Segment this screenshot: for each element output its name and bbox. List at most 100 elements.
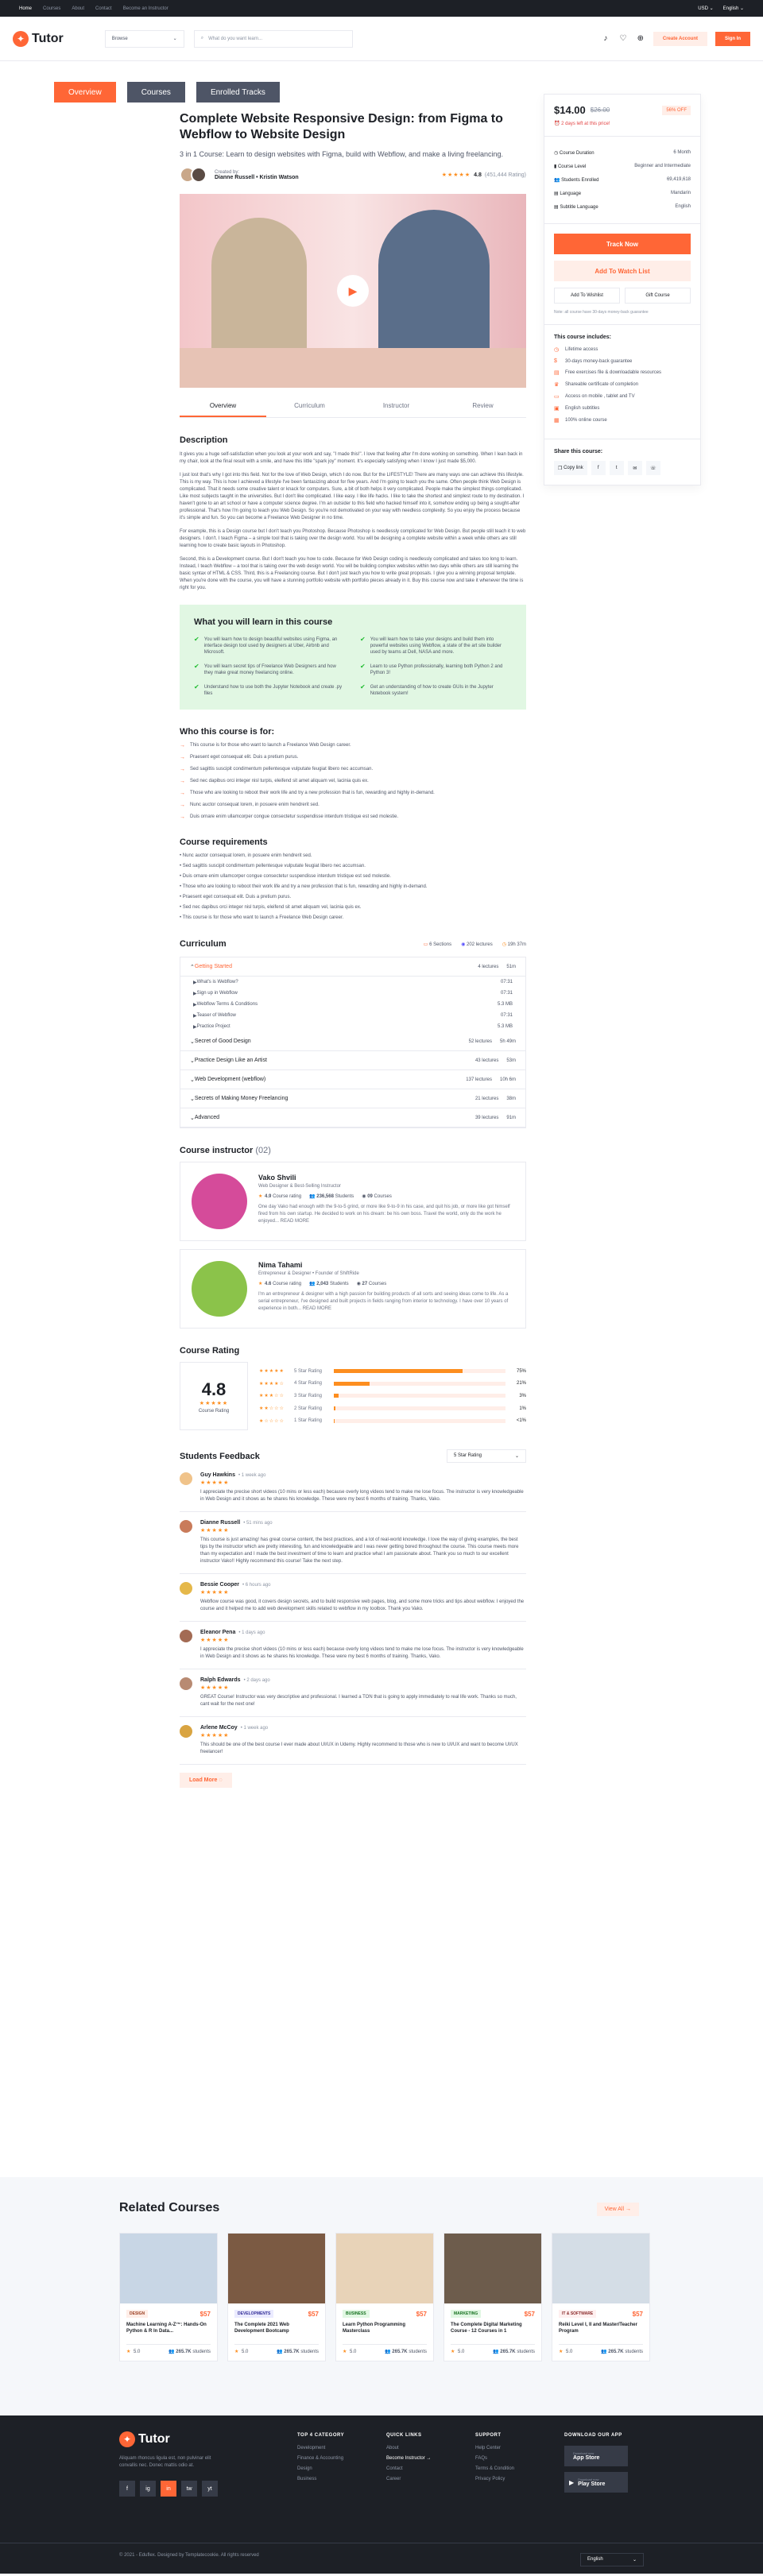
lecture-item[interactable]: ▶ Practice Project 5.3 MB bbox=[180, 1021, 525, 1032]
top-nav-home[interactable]: Home bbox=[19, 6, 32, 11]
lecture-item[interactable]: ▶ What's is Webflow? 07:31 bbox=[180, 977, 525, 988]
tab-enrolled-tracks[interactable]: Enrolled Tracks bbox=[196, 82, 280, 102]
tab-review[interactable]: Review bbox=[440, 397, 526, 417]
top-nav-courses[interactable]: Courses bbox=[43, 6, 60, 11]
logo[interactable]: ✦ Tutor bbox=[13, 30, 64, 47]
play-icon[interactable]: ▶ bbox=[337, 275, 369, 307]
footer-link[interactable]: Contact bbox=[386, 2466, 431, 2471]
requirement-item: • Those who are looking to reboot their … bbox=[180, 884, 428, 889]
youtube-icon[interactable]: yt bbox=[202, 2481, 218, 2497]
load-more-button[interactable]: Load More ◌ bbox=[180, 1773, 232, 1788]
tab-instructor[interactable]: Instructor bbox=[353, 397, 440, 417]
sign-in-button[interactable]: Sign In bbox=[715, 31, 750, 46]
instructor-name[interactable]: Vako Shvili bbox=[258, 1174, 514, 1182]
copy-link-button[interactable]: ❐ Copy link bbox=[554, 461, 587, 475]
subtitles-icon: ▣ bbox=[554, 406, 560, 412]
footer-link[interactable]: Finance & Accounting bbox=[297, 2456, 344, 2461]
course-title[interactable]: Learn Python Programming Masterclass bbox=[343, 2322, 427, 2341]
top-nav-become-instructor[interactable]: Become an Instructor bbox=[123, 6, 168, 11]
gift-course-button[interactable]: Gift Course bbox=[625, 288, 691, 304]
footer-link[interactable]: Terms & Condition bbox=[475, 2466, 514, 2471]
footer-link[interactable]: Become Instructor → bbox=[386, 2456, 431, 2461]
mail-icon[interactable]: ✉ bbox=[627, 461, 642, 475]
tab-courses[interactable]: Courses bbox=[126, 82, 185, 102]
create-account-button[interactable]: Create Account bbox=[653, 31, 707, 46]
twitter-icon[interactable]: t bbox=[609, 461, 624, 475]
footer-link[interactable]: About bbox=[386, 2446, 431, 2450]
facebook-icon[interactable]: f bbox=[119, 2481, 135, 2497]
top-nav-about[interactable]: About bbox=[72, 6, 84, 11]
curriculum-section[interactable]: ⌄ Practice Design Like an Artist 43 lectu… bbox=[180, 1051, 525, 1070]
heart-icon[interactable]: ♡ bbox=[618, 34, 628, 44]
bell-icon[interactable]: ♪ bbox=[601, 34, 610, 44]
course-card[interactable]: DEVELOPMENTS $57 The Complete 2021 Web Dev… bbox=[227, 2233, 326, 2361]
course-card[interactable]: DESIGN $57 Machine Learning A-Z™: Hands-On… bbox=[119, 2233, 218, 2361]
currency-select[interactable]: USD ⌄ bbox=[698, 6, 713, 11]
cart-icon[interactable]: ⊕ bbox=[636, 34, 645, 44]
tab-overview[interactable]: Overview bbox=[54, 82, 116, 102]
footer-logo[interactable]: ✦ Tutor bbox=[119, 2431, 170, 2447]
footer-description: Aliquam rhoncus ligula est, non pulvinar… bbox=[119, 2456, 211, 2468]
instagram-icon[interactable]: ig bbox=[140, 2481, 156, 2497]
tab-curriculum[interactable]: Curriculum bbox=[266, 397, 353, 417]
course-card-tag-row: DEVELOPMENTS $57 bbox=[234, 2310, 319, 2318]
course-title[interactable]: Machine Learning A-Z™: Hands-On Python &… bbox=[126, 2322, 211, 2341]
course-title[interactable]: The Complete Digital Marketing Course - … bbox=[451, 2322, 535, 2341]
whatsapp-icon[interactable]: ☏ bbox=[645, 461, 660, 475]
footer-link[interactable]: Privacy Policy bbox=[475, 2477, 514, 2481]
lecture-item[interactable]: ▶ Teaser of Webflow 07:31 bbox=[180, 1010, 525, 1021]
footer-link[interactable]: Career bbox=[386, 2477, 431, 2481]
footer-link[interactable]: Business bbox=[297, 2477, 344, 2481]
course-title[interactable]: Reiki Level I, II and Master/Teacher Pro… bbox=[559, 2322, 643, 2341]
days-left-text: 2 days left at this price! bbox=[561, 122, 610, 126]
twitter-icon[interactable]: tw bbox=[181, 2481, 197, 2497]
course-card[interactable]: BUSINESS $57 Learn Python Programming Mast… bbox=[335, 2233, 434, 2361]
rating-bars: ★★★★★ 5 Star Rating 75% ★★★★☆ 4 Star Rating 2… bbox=[259, 1362, 526, 1430]
top-nav-contact[interactable]: Contact bbox=[95, 6, 112, 11]
course-video[interactable]: ▶ bbox=[180, 194, 526, 388]
description-heading: Description bbox=[180, 435, 228, 445]
curriculum-section[interactable]: ⌄ Secret of Good Design 52 lectures 5h 49m bbox=[180, 1032, 525, 1051]
browse-dropdown[interactable]: Browse ⌄ bbox=[104, 29, 184, 48]
price: $14.00 bbox=[554, 104, 586, 116]
curriculum-section[interactable]: ⌃ Getting Started 4 lectures 51m bbox=[180, 957, 525, 977]
list-item: → Duis ornare enim ullamcorper congue con… bbox=[180, 814, 526, 820]
learn-item-text: You will learn secret tips of Freelance … bbox=[203, 664, 336, 675]
course-detail-value: 69,419,618 bbox=[666, 177, 691, 182]
feedback-filter-select[interactable]: 5 Star Rating ⌄ bbox=[447, 1449, 526, 1463]
play-store-button[interactable]: ▶ Download now Play Store bbox=[564, 2472, 628, 2493]
app-store-button[interactable]: Download now App Store bbox=[564, 2446, 628, 2466]
section-lectures: 43 lectures bbox=[474, 1058, 499, 1063]
curriculum-section[interactable]: ⌄ Secrets of Making Money Freelancing 21 … bbox=[180, 1089, 525, 1108]
view-all-button[interactable]: View All → bbox=[596, 2203, 639, 2216]
watch-list-button[interactable]: Add To Watch List bbox=[554, 261, 691, 281]
money-back-icon: $ bbox=[554, 358, 557, 364]
footer-link[interactable]: FAQs bbox=[475, 2456, 514, 2461]
lecture-item[interactable]: ▶ Webflow Terms & Conditions 5.3 MB bbox=[180, 999, 525, 1010]
instructor-students-label: Students bbox=[329, 1282, 349, 1286]
course-title[interactable]: The Complete 2021 Web Development Bootca… bbox=[234, 2322, 319, 2341]
footer-link[interactable]: Help Center bbox=[475, 2446, 514, 2450]
content-tabs: Overview Curriculum Instructor Review bbox=[180, 397, 526, 418]
instructor-name[interactable]: Nima Tahami bbox=[258, 1261, 514, 1269]
curriculum-section[interactable]: ⌄ Advanced 39 lectures 91m bbox=[180, 1108, 525, 1127]
footer-language-select[interactable]: English ⌄ bbox=[580, 2553, 644, 2566]
discount-badge: 56% OFF bbox=[662, 105, 691, 115]
footer-link[interactable]: Design bbox=[297, 2466, 344, 2471]
tab-content-overview[interactable]: Overview bbox=[180, 397, 266, 417]
track-now-button[interactable]: Track Now bbox=[554, 234, 691, 254]
course-card[interactable]: IT & SOFTWARE $57 Reiki Level I, II and Ma… bbox=[552, 2233, 650, 2361]
linkedin-icon[interactable]: in bbox=[161, 2481, 176, 2497]
lecture-item[interactable]: ▶ Sign up in Webflow 07:31 bbox=[180, 988, 525, 999]
search-input[interactable]: ⌕ What do you want learn... bbox=[193, 29, 353, 48]
instructor-courses-label: Courses bbox=[374, 1194, 392, 1199]
curriculum-section[interactable]: ⌄ Web Development (webflow) 137 lectures 1… bbox=[180, 1070, 525, 1089]
language-select[interactable]: English ⌄ bbox=[723, 6, 744, 11]
creator-names[interactable]: Dianne Russell • Kristin Watson bbox=[215, 175, 299, 180]
facebook-icon[interactable]: f bbox=[591, 461, 606, 475]
footer-link[interactable]: Development bbox=[297, 2446, 344, 2450]
course-card[interactable]: MARKETING $57 The Complete Digital Marketi… bbox=[443, 2233, 542, 2361]
list-item-text: Nunc auctor consequat lorem, in posuere … bbox=[190, 803, 320, 807]
add-wishlist-button[interactable]: Add To Wishlist bbox=[554, 288, 620, 304]
course-students-label: students bbox=[409, 2350, 427, 2354]
